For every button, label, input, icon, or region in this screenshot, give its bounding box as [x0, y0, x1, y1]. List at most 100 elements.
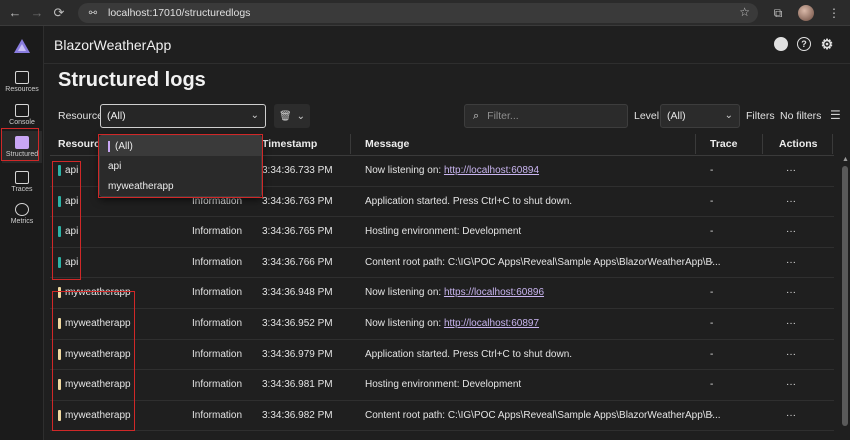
trace-cell[interactable]: - — [710, 318, 713, 329]
resource-cell[interactable]: myweatherapp — [58, 379, 131, 391]
resource-cell[interactable]: api — [58, 226, 78, 238]
level-label: Level — [634, 110, 660, 122]
message-link[interactable]: https://localhost:60896 — [444, 287, 544, 298]
nav-label: Structured — [5, 151, 39, 158]
message-link[interactable]: http://localhost:60897 — [444, 318, 539, 329]
resource-select[interactable]: (All) ⌄ — [100, 104, 266, 128]
trace-cell[interactable]: - — [710, 165, 713, 176]
app-title: BlazorWeatherApp — [54, 37, 172, 53]
app-header: BlazorWeatherApp ? ⚙ — [44, 26, 850, 64]
nav-item-console[interactable]: Console — [2, 99, 42, 131]
table-row[interactable]: api Information 3:34:36.766 PM Content r… — [50, 248, 834, 279]
resource-color-bar — [58, 226, 61, 238]
trace-cell[interactable]: - — [710, 226, 713, 237]
header-actions[interactable]: Actions — [779, 138, 818, 150]
bookmark-star-icon[interactable]: ☆ — [739, 5, 750, 19]
dropdown-option-api[interactable]: api — [100, 156, 261, 176]
actions-menu-button[interactable]: ··· — [786, 318, 796, 329]
traces-icon — [15, 171, 29, 184]
filter-search[interactable]: ⌕ — [464, 104, 628, 128]
back-icon[interactable]: ← — [4, 2, 26, 24]
table-row[interactable]: myweatherapp Information 3:34:36.981 PM … — [50, 370, 834, 401]
level-select[interactable]: (All) ⌄ — [660, 104, 740, 128]
profile-avatar[interactable] — [796, 3, 816, 23]
resource-name: myweatherapp — [65, 348, 131, 360]
actions-menu-button[interactable]: ··· — [786, 379, 796, 390]
help-icon[interactable]: ? — [797, 37, 811, 51]
resource-cell[interactable]: myweatherapp — [58, 287, 131, 299]
dropdown-option-myweatherapp[interactable]: myweatherapp — [100, 176, 261, 196]
message-cell[interactable]: Content root path: C:\IG\POC Apps\Reveal… — [365, 410, 721, 421]
message-cell[interactable]: Hosting environment: Development — [365, 226, 521, 237]
message-text: Now listening on: — [365, 287, 444, 299]
resource-cell[interactable]: api — [58, 256, 78, 268]
trace-cell[interactable]: - — [710, 379, 713, 390]
message-cell[interactable]: Now listening on: http://localhost:60897 — [365, 318, 539, 329]
github-icon[interactable] — [774, 37, 788, 51]
message-text: Hosting environment: Development — [365, 226, 522, 238]
table-row[interactable]: myweatherapp Information 3:34:36.952 PM … — [50, 309, 834, 340]
message-link[interactable]: http://localhost:60894 — [444, 165, 539, 176]
trace-cell[interactable]: - — [710, 257, 713, 268]
nav-item-metrics[interactable]: Metrics — [2, 198, 42, 230]
timestamp-cell: 3:34:36.766 PM — [262, 256, 333, 268]
actions-menu-button[interactable]: ··· — [786, 196, 796, 207]
header-trace[interactable]: Trace — [710, 138, 737, 150]
message-text: Application started. Press Ctrl+C to shu… — [365, 195, 573, 207]
actions-menu-button[interactable]: ··· — [786, 349, 796, 360]
actions-menu-button[interactable]: ··· — [786, 287, 796, 298]
settings-icon[interactable]: ⚙ — [820, 36, 834, 52]
nav-item-traces[interactable]: Traces — [2, 166, 42, 198]
message-cell[interactable]: Now listening on: https://localhost:6089… — [365, 287, 544, 298]
table-row[interactable]: myweatherapp Information 3:34:36.979 PM … — [50, 340, 834, 371]
trace-cell[interactable]: - — [710, 349, 713, 360]
table-scrollbar[interactable]: ▲ — [842, 156, 849, 436]
scroll-up-icon[interactable]: ▲ — [842, 156, 849, 163]
scrollbar-thumb[interactable] — [842, 166, 848, 426]
message-cell[interactable]: Application started. Press Ctrl+C to shu… — [365, 349, 572, 360]
filter-lines-icon[interactable]: ☰ — [830, 108, 841, 122]
actions-menu-button[interactable]: ··· — [786, 165, 796, 176]
resource-cell[interactable]: api — [58, 165, 78, 176]
actions-menu-button[interactable]: ··· — [786, 410, 796, 421]
chevron-down-icon: ⌄ — [250, 110, 259, 121]
forward-icon[interactable]: → — [26, 2, 48, 24]
resource-color-bar — [58, 317, 61, 329]
table-row[interactable]: myweatherapp Information 3:34:36.948 PM … — [50, 278, 834, 309]
table-row[interactable]: myweatherapp Information 3:34:36.982 PM … — [50, 401, 834, 432]
address-bar[interactable]: ⚯ localhost:17010/structuredlogs ☆ — [78, 3, 758, 23]
level-cell: Information — [192, 379, 243, 391]
trace-cell[interactable]: - — [710, 196, 713, 207]
timestamp-cell: 3:34:36.952 PM — [262, 317, 333, 329]
actions-menu-button[interactable]: ··· — [786, 257, 796, 268]
browser-menu-icon[interactable]: ⋮ — [824, 3, 844, 23]
filter-input[interactable] — [487, 110, 608, 122]
url-text[interactable]: localhost:17010/structuredlogs — [108, 7, 250, 19]
resource-cell[interactable]: myweatherapp — [58, 317, 131, 329]
resource-cell[interactable]: myweatherapp — [58, 348, 131, 360]
timestamp-cell: 3:34:36.981 PM — [262, 379, 333, 391]
dropdown-option-all[interactable]: (All) — [100, 136, 261, 156]
resource-cell[interactable]: myweatherapp — [58, 409, 131, 421]
trace-cell[interactable]: - — [710, 410, 713, 421]
actions-menu-button[interactable]: ··· — [786, 226, 796, 237]
message-cell[interactable]: Hosting environment: Development — [365, 379, 521, 390]
no-filters-text: No filters — [780, 110, 822, 122]
nav-label: Console — [9, 119, 35, 126]
resource-cell[interactable]: api — [58, 195, 78, 207]
trace-cell[interactable]: - — [710, 287, 713, 298]
header-message[interactable]: Message — [365, 138, 409, 150]
message-cell[interactable]: Application started. Press Ctrl+C to shu… — [365, 196, 572, 207]
extensions-icon[interactable]: ⧉ — [768, 3, 788, 23]
nav-item-resources[interactable]: Resources — [2, 66, 42, 98]
message-cell[interactable]: Now listening on: http://localhost:60894 — [365, 165, 539, 176]
clear-logs-button[interactable]: 🗑 ⌄ — [274, 104, 310, 128]
reload-icon[interactable]: ⟳ — [48, 2, 70, 24]
table-row[interactable]: api Information 3:34:36.765 PM Hosting e… — [50, 217, 834, 248]
level-cell: Information — [192, 195, 243, 207]
nav-item-structured[interactable]: Structured — [2, 131, 42, 163]
header-timestamp[interactable]: Timestamp — [262, 138, 317, 150]
message-cell[interactable]: Content root path: C:\IG\POC Apps\Reveal… — [365, 257, 721, 268]
structured-logs-icon — [15, 136, 29, 149]
site-settings-icon[interactable]: ⚯ — [86, 6, 100, 20]
